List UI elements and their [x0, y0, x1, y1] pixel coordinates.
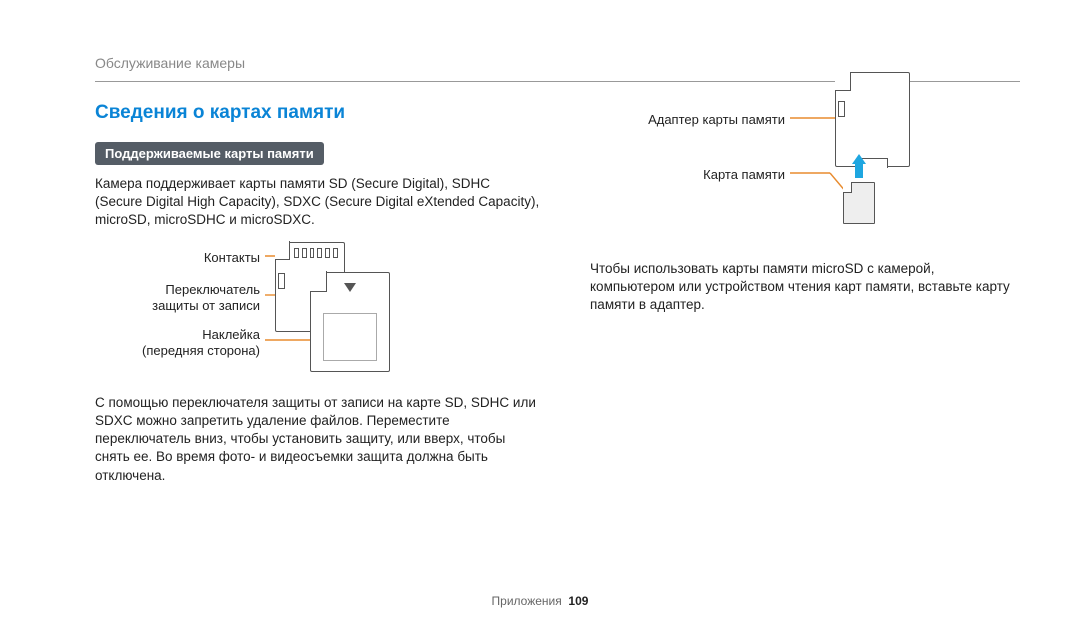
right-body: Чтобы использовать карты памяти microSD …	[590, 260, 1020, 315]
insert-arrow-icon	[852, 154, 866, 178]
footer-section: Приложения	[492, 594, 562, 608]
microsd-card-icon	[843, 182, 875, 224]
content-columns: Сведения о картах памяти Поддерживаемые …	[95, 102, 1020, 497]
left-column: Сведения о картах памяти Поддерживаемые …	[95, 102, 540, 497]
label-contacts: Контакты	[204, 250, 260, 265]
label-adapter: Адаптер карты памяти	[648, 112, 785, 127]
left-body: Камера поддерживает карты памяти SD (Sec…	[95, 175, 540, 230]
section-title: Сведения о картах памяти	[95, 102, 540, 124]
page: Обслуживание камеры Сведения о картах па…	[0, 0, 1080, 630]
page-footer: Приложения 109	[0, 594, 1080, 608]
sd-card-figure: Контакты Переключатель защиты от записи …	[95, 242, 540, 382]
subsection-pill: Поддерживаемые карты памяти	[95, 142, 324, 165]
label-write-protect-l1: Переключатель	[165, 282, 260, 297]
adapter-leader-lines	[590, 72, 1020, 242]
adapter-figure: Адаптер карты памяти Карта памяти	[590, 72, 1020, 242]
left-body-2: С помощью переключателя защиты от записи…	[95, 394, 540, 485]
label-micro-card: Карта памяти	[703, 167, 785, 182]
label-write-protect-l2: защиты от записи	[152, 298, 260, 313]
left-paragraph-2: С помощью переключателя защиты от записи…	[95, 394, 540, 485]
label-sticker-l2: (передняя сторона)	[142, 343, 260, 358]
sd-card-front-icon	[310, 272, 390, 372]
label-sticker: Наклейка (передняя сторона)	[142, 327, 260, 360]
label-write-protect: Переключатель защиты от записи	[152, 282, 260, 315]
left-paragraph-1: Камера поддерживает карты памяти SD (Sec…	[95, 175, 540, 230]
label-sticker-l1: Наклейка	[202, 327, 260, 342]
right-column: Адаптер карты памяти Карта памяти	[590, 102, 1020, 497]
sd-adapter-icon	[835, 72, 910, 167]
footer-page-number: 109	[568, 594, 588, 608]
right-paragraph-1: Чтобы использовать карты памяти microSD …	[590, 260, 1020, 315]
